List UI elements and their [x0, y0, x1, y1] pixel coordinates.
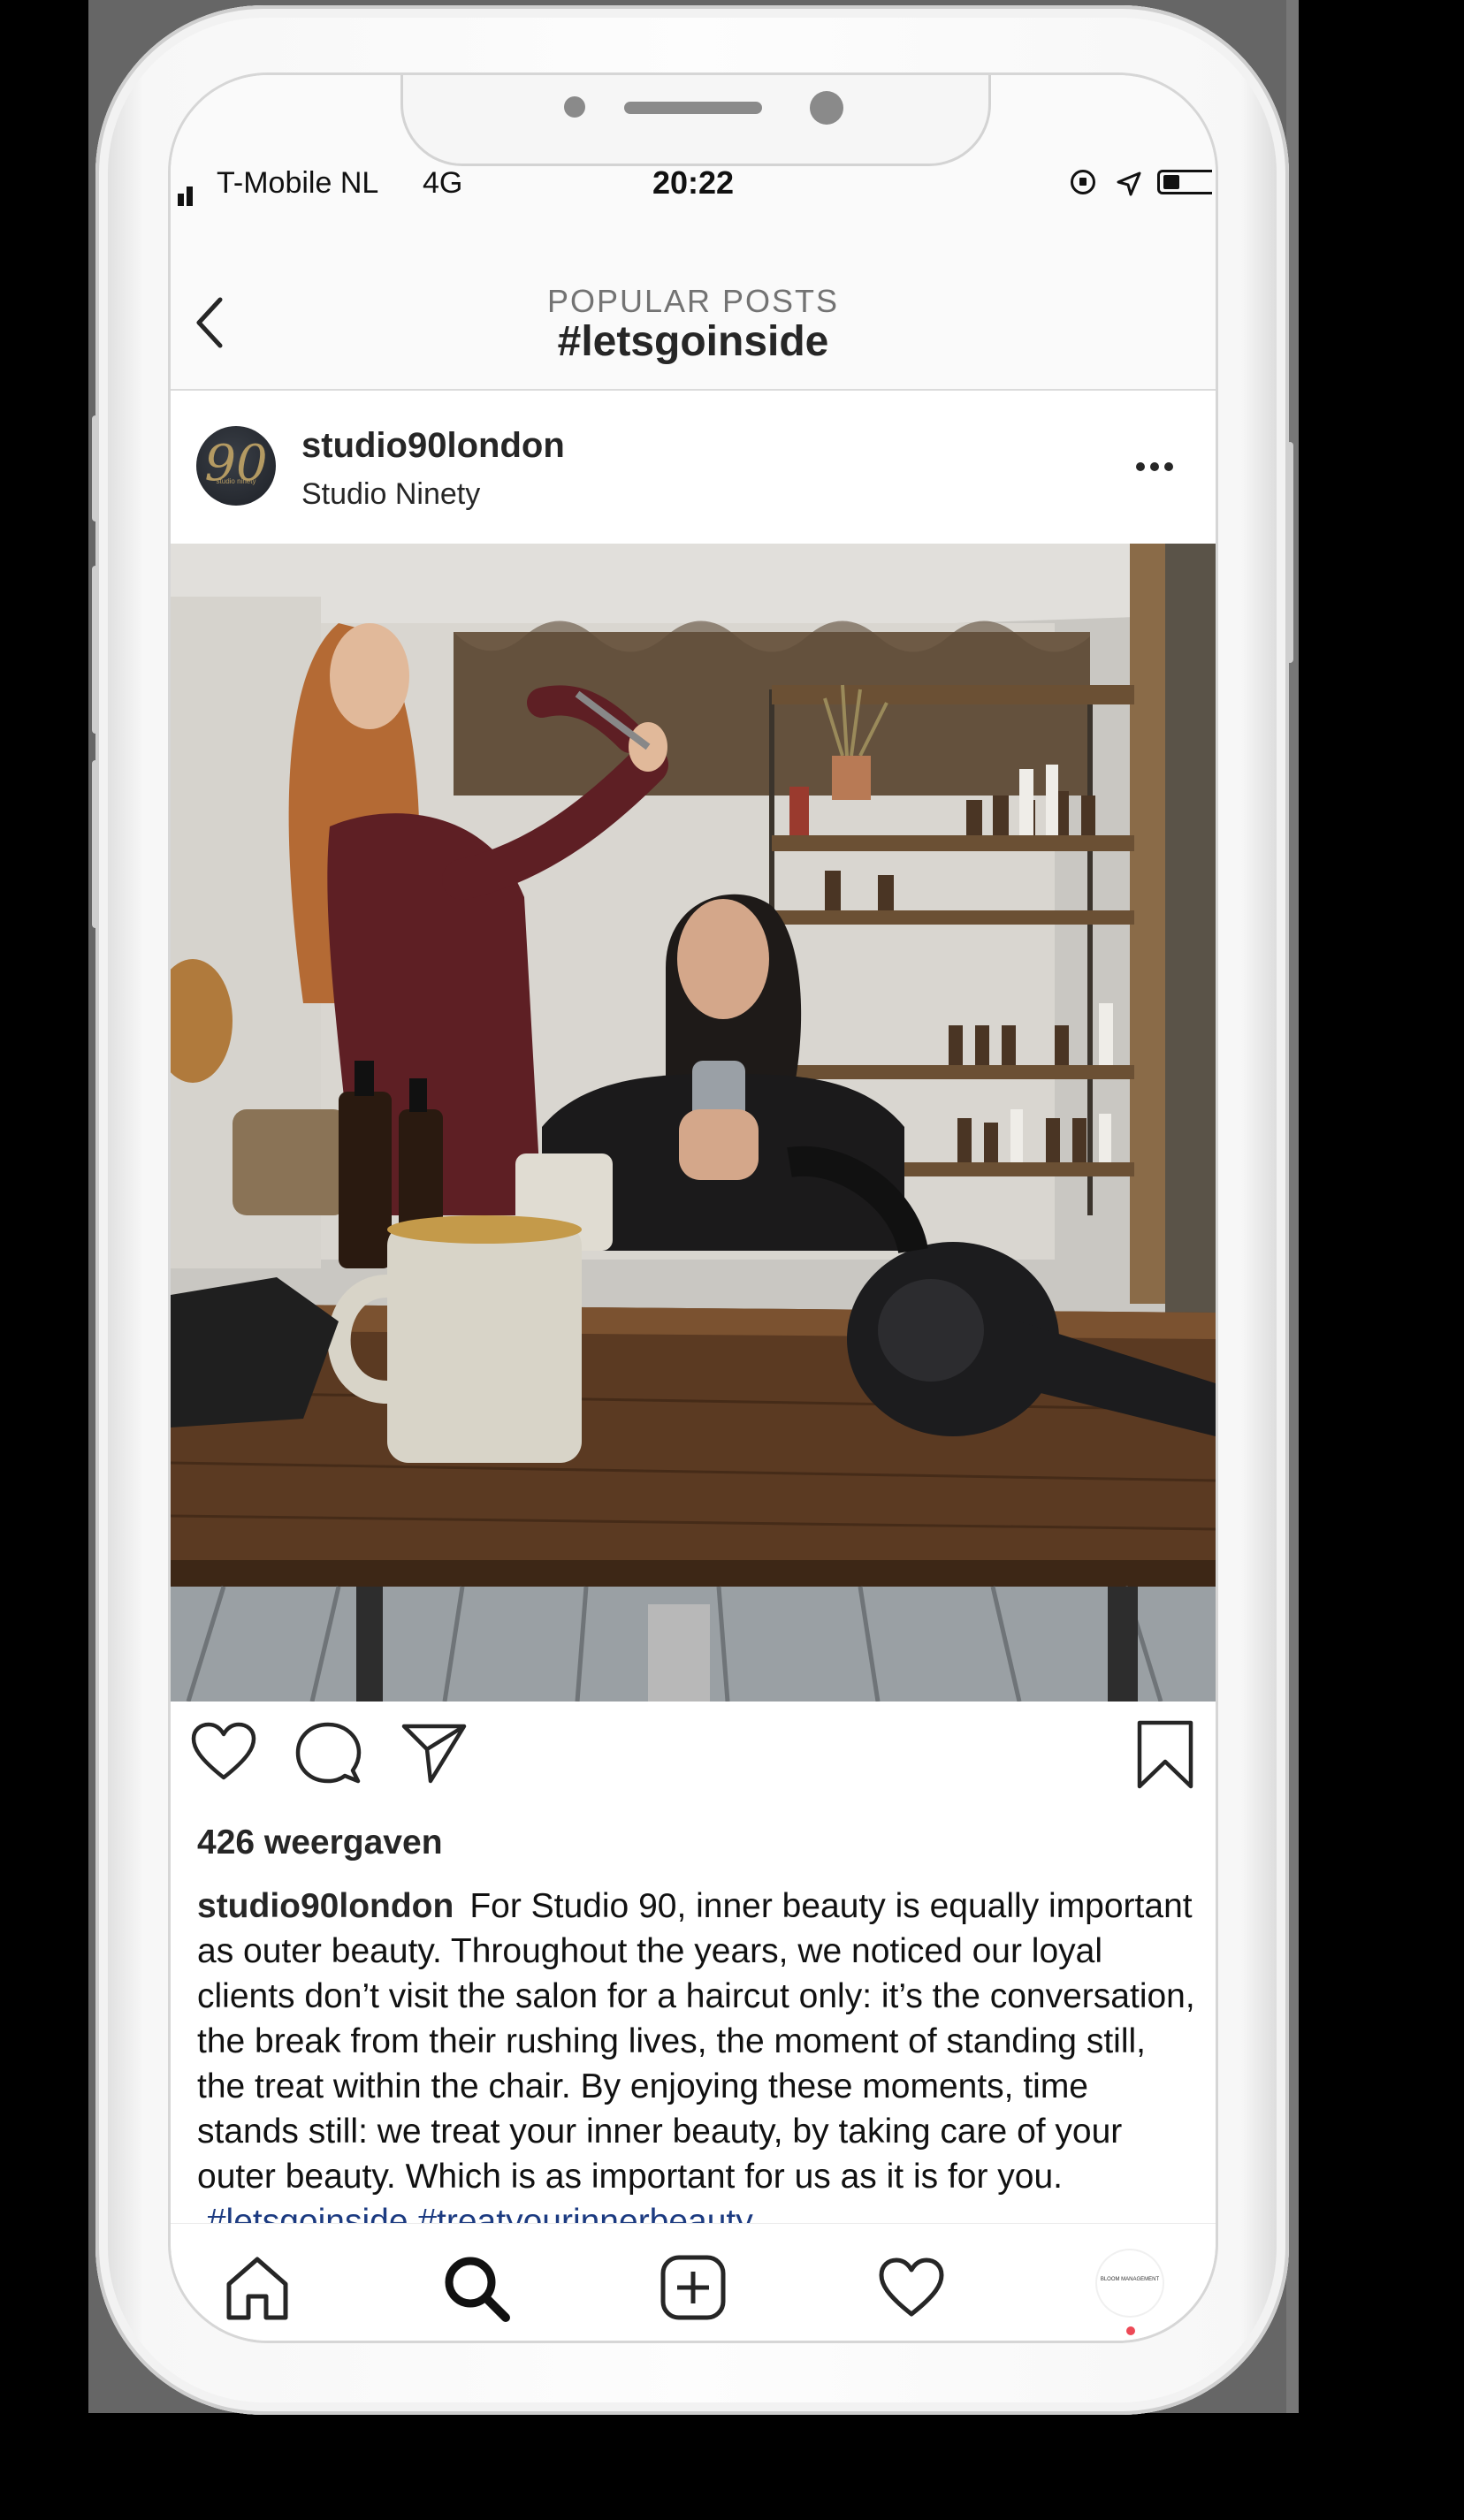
bookmark-icon[interactable]: [1134, 1719, 1196, 1790]
post-location[interactable]: Studio Ninety: [301, 477, 480, 512]
phone-volume-down: [92, 760, 99, 928]
phone-volume-up: [92, 566, 99, 734]
bottom-tab-bar: BLOOM MANAGEMENT: [171, 2223, 1216, 2341]
avatar[interactable]: 90 studio ninety: [196, 426, 276, 506]
phone-notch: [400, 75, 991, 166]
home-icon[interactable]: [222, 2252, 293, 2323]
post-header: 90 studio ninety studio90london Studio N…: [171, 391, 1216, 544]
post-username[interactable]: studio90london: [301, 426, 565, 466]
front-camera: [810, 91, 843, 125]
status-bar: T-Mobile NL 4G 20:22: [171, 159, 1216, 206]
comment-icon[interactable]: [294, 1719, 362, 1786]
more-options-icon[interactable]: [1136, 460, 1180, 471]
status-time: 20:22: [652, 164, 735, 201]
phone-screen: POPULAR POSTS #letsgoinside T-Mobile NL …: [171, 75, 1216, 2341]
salon-photo: [171, 544, 1216, 1702]
notification-dot: [1126, 2326, 1135, 2335]
activity-heart-icon[interactable]: [876, 2252, 947, 2323]
phone-power-button: [1286, 442, 1293, 663]
view-count[interactable]: 426 weergaven: [197, 1823, 443, 1862]
heart-icon[interactable]: [190, 1719, 257, 1786]
post-actions: [171, 1719, 1216, 1790]
rotation-lock-icon: [1071, 170, 1095, 194]
proximity-sensor: [564, 96, 585, 118]
post-caption: studio90london For Studio 90, inner beaut…: [197, 1884, 1196, 2244]
profile-avatar[interactable]: BLOOM MANAGEMENT: [1097, 2250, 1163, 2316]
earpiece-speaker: [624, 102, 762, 114]
location-arrow-icon: [1117, 171, 1141, 196]
caption-text: For Studio 90, inner beauty is equally i…: [197, 1887, 1195, 2196]
page-title: #letsgoinside: [557, 318, 829, 365]
battery-icon: [1157, 170, 1212, 194]
post-photo[interactable]: [171, 544, 1216, 1702]
header-subtitle: POPULAR POSTS: [546, 283, 840, 319]
search-icon[interactable]: [440, 2252, 511, 2323]
share-icon[interactable]: [400, 1719, 468, 1786]
add-post-icon[interactable]: [658, 2252, 728, 2323]
caption-username[interactable]: studio90london: [197, 1887, 454, 1925]
phone-side-button: [92, 415, 99, 522]
